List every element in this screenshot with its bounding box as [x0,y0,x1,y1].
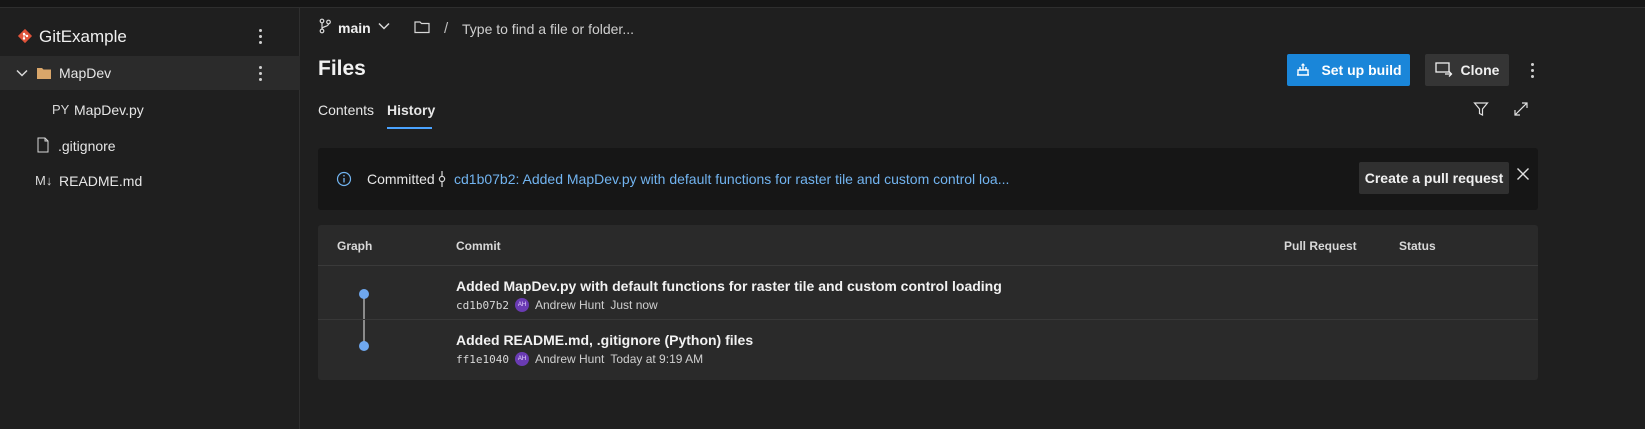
tree-item-label: .gitignore [58,138,116,154]
tree-item-mapdev-folder[interactable]: MapDev [0,56,300,90]
commit-author: Andrew Hunt [534,298,605,312]
commit-time: Just now [610,298,658,312]
commit-time: Today at 9:19 AM [610,352,704,366]
column-header-status: Status [1399,239,1436,253]
commit-author: Andrew Hunt [534,352,605,366]
commit-message[interactable]: Added MapDev.py with default functions f… [456,278,1002,294]
tab-contents[interactable]: Contents [318,102,374,118]
page-title: Files [318,57,366,80]
table-header: Graph Commit Pull Request Status [318,225,1538,266]
commit-meta: ff1e1040 AH Andrew Hunt Today at 9:19 AM [456,352,703,366]
avatar: AH [514,352,529,366]
expand-icon[interactable] [1509,97,1533,121]
tree-item-mapdev-py[interactable]: PY MapDev.py [0,93,300,127]
tree-item-label: MapDev.py [74,102,144,118]
close-icon[interactable] [1516,167,1530,184]
branch-name: main [338,19,371,36]
folder-outline-icon[interactable] [414,20,430,37]
clone-label: Clone [1460,62,1500,78]
markdown-file-icon: M↓ [35,173,53,188]
table-row[interactable]: Added README.md, .gitignore (Python) fil… [318,321,1538,374]
tree-item-gitignore[interactable]: .gitignore [0,129,300,163]
build-icon [1295,61,1311,80]
commit-message[interactable]: Added README.md, .gitignore (Python) fil… [456,332,753,348]
file-tree-sidebar: GitExample MapDev PY MapDev.py .gitignor… [0,8,300,429]
commit-meta: cd1b07b2 AH Andrew Hunt Just now [456,298,658,312]
commit-link[interactable]: cd1b07b2: Added MapDev.py with default f… [454,171,1009,187]
commit-notification-banner: Committed cd1b07b2: Added MapDev.py with… [318,148,1538,210]
clone-button[interactable]: Clone [1425,54,1509,86]
create-pull-request-button[interactable]: Create a pull request [1359,162,1509,194]
git-repo-icon [17,28,33,44]
chevron-down-icon [377,19,391,36]
folder-more-options-icon[interactable] [250,61,270,85]
history-table: Graph Commit Pull Request Status Added M… [318,225,1538,380]
path-search-input[interactable] [462,18,862,40]
page-more-options-icon[interactable] [1522,58,1542,82]
tab-history[interactable]: History [387,102,435,118]
tree-item-readme[interactable]: M↓ README.md [0,164,300,198]
top-strip [0,0,1645,8]
repo-more-options-icon[interactable] [250,24,270,48]
branch-selector[interactable]: main [318,18,391,37]
tree-item-label: MapDev [59,65,112,81]
folder-icon [36,66,52,83]
banner-prefix: Committed [367,171,435,187]
table-row[interactable]: Added MapDev.py with default functions f… [318,267,1538,320]
branch-icon [318,18,332,37]
repo-header: GitExample [0,18,300,54]
commit-icon [437,170,447,191]
set-up-build-button[interactable]: Set up build [1287,54,1410,86]
filter-icon[interactable] [1469,97,1493,121]
column-header-commit: Commit [456,239,501,253]
breadcrumb-separator: / [444,20,449,37]
column-header-pull-request: Pull Request [1284,239,1357,253]
tree-item-label: README.md [59,173,143,189]
info-icon [336,171,352,190]
file-icon [37,137,49,156]
active-tab-indicator [387,127,432,129]
chevron-down-icon[interactable] [15,66,29,83]
commit-hash[interactable]: cd1b07b2 [456,299,509,312]
set-up-build-label: Set up build [1321,62,1402,78]
clone-icon [1434,61,1453,80]
column-header-graph: Graph [337,239,373,253]
commit-hash[interactable]: ff1e1040 [456,353,509,366]
python-file-icon: PY [52,102,70,117]
avatar: AH [514,298,529,312]
repo-name[interactable]: GitExample [39,27,127,47]
